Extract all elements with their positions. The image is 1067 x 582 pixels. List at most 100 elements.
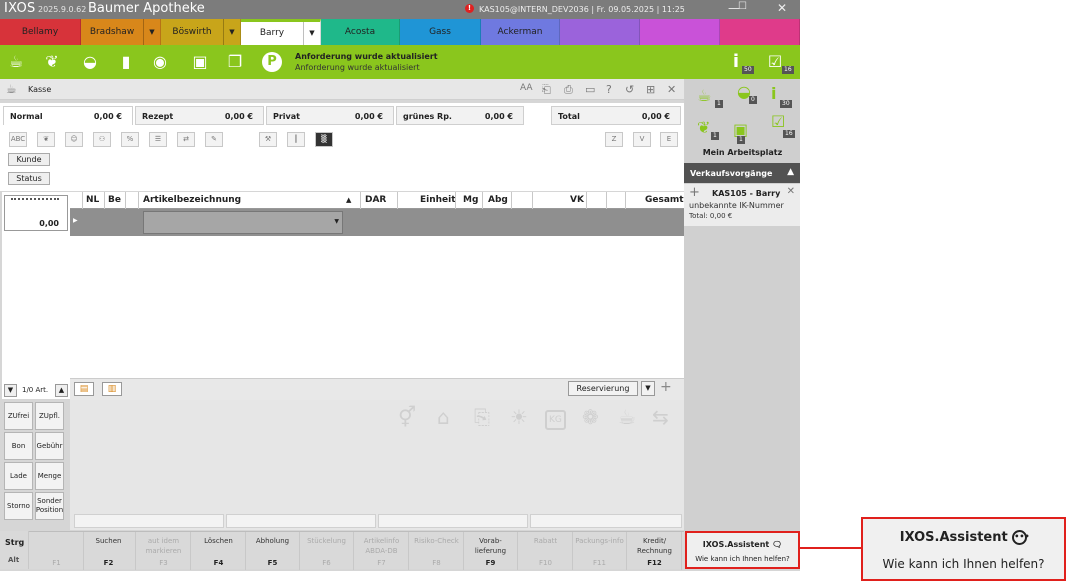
article-input[interactable]: ▼ (143, 211, 343, 234)
tools-icon[interactable]: ⚒ (259, 132, 277, 147)
col-abg[interactable]: Abg (488, 195, 508, 205)
note-icon[interactable]: ✎ (205, 132, 223, 147)
price-tab-normal[interactable]: Normal 0,00 € (3, 106, 133, 125)
chevron-down-icon[interactable]: ▼ (303, 22, 320, 45)
percent-icon[interactable]: % (121, 132, 139, 147)
col-nl[interactable]: NL (86, 195, 99, 205)
assistant-button[interactable]: IXOS.Assistent 🗨 Wie kann ich Ihnen helf… (685, 531, 800, 569)
user-tab-böswirth[interactable]: Böswirth ▼ (161, 19, 241, 45)
col-mg[interactable]: Mg (463, 195, 478, 205)
status-button[interactable]: Status (8, 172, 50, 185)
kunde-button[interactable]: Kunde (8, 153, 50, 166)
pills-icon[interactable]: ◉ (150, 52, 170, 72)
qr-icon[interactable]: ▒ (315, 132, 333, 147)
box-icon[interactable]: ▣ (190, 52, 210, 72)
sales-header[interactable]: Verkaufsvorgänge ▲ (684, 163, 800, 183)
fkey-f2[interactable]: Suchen F2 (82, 532, 136, 570)
article-grid-body[interactable] (70, 236, 684, 378)
barcode-icon[interactable]: ┃ (287, 132, 305, 147)
fkey-f5[interactable]: Abholung F5 (246, 532, 300, 570)
zupfl-button[interactable]: ZUpfl. (35, 402, 64, 430)
printer-icon[interactable]: ⎙ (564, 83, 573, 97)
col-artikelbezeichnung[interactable]: Artikelbezeichnung (143, 195, 241, 205)
bon-button[interactable]: Bon (4, 432, 33, 460)
user-tab-bellamy[interactable]: Bellamy (0, 19, 81, 45)
close-icon[interactable]: ✕ (787, 186, 795, 197)
fkey-f9[interactable]: Vorab-lieferung F9 (464, 532, 518, 570)
col-dar[interactable]: DAR (365, 195, 386, 205)
z-icon[interactable]: Z (605, 132, 623, 147)
user-tab-ackerman[interactable]: Ackerman (481, 19, 560, 45)
document-icon[interactable]: ⎗ (542, 83, 551, 97)
chevron-down-icon[interactable]: ▼ (223, 19, 240, 45)
menge-button[interactable]: Menge (35, 462, 64, 490)
user-tab-bradshaw[interactable]: Bradshaw ▼ (81, 19, 161, 45)
chevron-down-icon[interactable]: ▼ (641, 381, 655, 396)
col-einheit[interactable]: Einheit (420, 195, 456, 205)
lade-button[interactable]: Lade (4, 462, 33, 490)
gebuehr-button[interactable]: Gebühr (35, 432, 64, 460)
font-size-icon[interactable]: AA (520, 83, 533, 93)
user-tab-gass[interactable]: Gass (400, 19, 481, 45)
add-icon[interactable]: + (660, 379, 672, 395)
user-tab-empty-7[interactable] (560, 19, 640, 45)
user-tab-barry[interactable]: Barry ▼ (241, 19, 321, 45)
zufrei-button[interactable]: ZUfrei (4, 402, 33, 430)
warning-icon[interactable]: ! (465, 4, 474, 13)
price-tab-privat[interactable]: Privat 0,00 € (266, 106, 394, 125)
fkey-f1[interactable]: F1 (30, 532, 84, 570)
help-icon[interactable]: ? (606, 83, 612, 96)
close-window-button[interactable]: ✕ (777, 1, 787, 15)
fkey-f6[interactable]: Stückelung F6 (300, 532, 354, 570)
monitor-icon[interactable]: ▭ (585, 83, 595, 96)
col-vk[interactable]: VK (570, 195, 584, 205)
e-icon[interactable]: E (660, 132, 678, 147)
user-tab-empty-9[interactable] (720, 19, 800, 45)
collapse-icon[interactable]: ▲ (787, 167, 794, 177)
bottle-icon[interactable]: ▮ (116, 52, 136, 72)
user-tab-empty-8[interactable] (640, 19, 720, 45)
scroll-up-icon[interactable]: ▲ (55, 384, 68, 397)
sort-arrow-icon[interactable]: ▲ (346, 196, 351, 204)
receipt-card[interactable]: 0,00 (4, 195, 68, 231)
maximize-button[interactable]: ☐ (738, 1, 747, 12)
col-gesamt[interactable]: Gesamt (645, 195, 684, 205)
price-tab-rezept[interactable]: Rezept 0,00 € (135, 106, 264, 125)
mortar-icon[interactable]: ☕ (6, 52, 26, 72)
refresh-icon[interactable]: ↺ (625, 83, 634, 96)
user-tab-acosta[interactable]: Acosta (321, 19, 400, 45)
bag-icon[interactable]: ◒ (80, 52, 100, 72)
fkey-f3[interactable]: aut idem markieren F3 (137, 532, 191, 570)
fkey-f7[interactable]: Artikelinfo ABDA-DB F7 (355, 532, 409, 570)
remove-item-icon[interactable]: ▥ (102, 382, 122, 396)
chevron-down-icon[interactable]: ▼ (334, 218, 339, 225)
price-tab-gruenes-rp[interactable]: grünes Rp. 0,00 € (396, 106, 524, 125)
add-item-icon[interactable]: ▤ (74, 382, 94, 396)
list-icon[interactable]: ☰ (149, 132, 167, 147)
person-icon[interactable]: ☺ (65, 132, 83, 147)
abc-icon[interactable]: ABC (9, 132, 27, 147)
fkey-f8[interactable]: Risiko-Check F8 (410, 532, 464, 570)
leaf-tool-icon[interactable]: ❦ (37, 132, 55, 147)
p-icon[interactable]: P (262, 52, 282, 72)
fkey-f4[interactable]: Löschen F4 (192, 532, 246, 570)
add-icon[interactable]: + (689, 185, 700, 200)
copy-icon[interactable]: ❐ (225, 52, 245, 72)
fkey-f12[interactable]: Kredit/ Rechnung F12 (628, 532, 682, 570)
swap-icon[interactable]: ⇄ (177, 132, 195, 147)
close-kasse-icon[interactable]: ✕ (667, 83, 676, 96)
group-icon[interactable]: ⚇ (93, 132, 111, 147)
calculator-icon[interactable]: ⊞ (646, 83, 655, 96)
leaf-icon[interactable]: ❦ (42, 52, 62, 72)
storno-button[interactable]: Storno (4, 492, 33, 520)
sonder-position-button[interactable]: Sonder Position (35, 492, 64, 520)
fkey-f10[interactable]: Rabatt F10 (519, 532, 573, 570)
reservierung-button[interactable]: Reservierung (568, 381, 638, 396)
fkey-f11[interactable]: Packungs-info F11 (573, 532, 627, 570)
v-icon[interactable]: V (633, 132, 651, 147)
sales-item[interactable]: + KAS105 - Barry ✕ unbekannte IK-Nummer … (684, 184, 800, 226)
chevron-down-icon[interactable]: ▼ (143, 19, 160, 45)
col-be[interactable]: Be (108, 195, 121, 205)
scroll-down-icon[interactable]: ▼ (4, 384, 17, 397)
workplace-widget[interactable]: ☕ 1 ◒ 0 i 30 ❦ 1 ▣ 1 ☑ 16 Mein Arbeitspl… (685, 80, 800, 163)
